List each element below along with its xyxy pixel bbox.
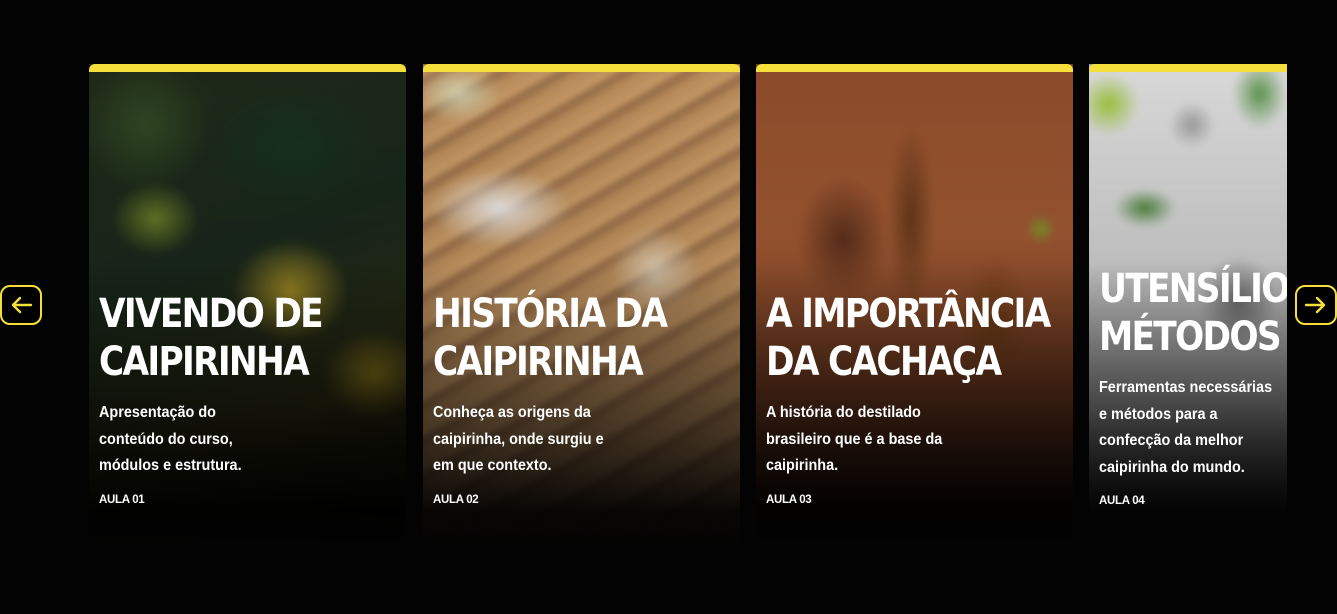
lesson-card-1[interactable]: VIVENDO DE CAIPIRINHA Apresentação do co… — [89, 64, 406, 548]
arrow-left-icon — [9, 295, 33, 315]
previous-slide-button[interactable] — [0, 285, 42, 325]
lesson-card-2[interactable]: HISTÓRIA DA CAIPIRINHA Conheça as origen… — [423, 64, 740, 548]
card-accent-bar — [423, 64, 740, 72]
lesson-card-4[interactable]: UTENSÍLIOS MÉTODOS Ferramentas necessári… — [1089, 64, 1287, 548]
card-title: UTENSÍLIOS MÉTODOS — [1099, 266, 1287, 360]
lesson-number: AULA 01 — [99, 493, 145, 506]
card-description: Apresentação do conteúdo do curso, módul… — [99, 404, 242, 474]
card-title: VIVENDO DE CAIPIRINHA — [99, 291, 324, 385]
card-title: HISTÓRIA DA CAIPIRINHA — [433, 291, 668, 385]
lesson-number: AULA 03 — [766, 493, 812, 506]
card-title: A IMPORTÂNCIA DA CACHAÇA — [766, 291, 1051, 385]
card-description: A história do destilado brasileiro que é… — [766, 404, 943, 474]
lesson-number: AULA 04 — [1099, 495, 1145, 507]
arrow-right-icon — [1304, 295, 1328, 315]
card-accent-bar — [756, 64, 1073, 72]
lesson-number: AULA 02 — [433, 493, 479, 506]
next-slide-button[interactable] — [1295, 285, 1337, 325]
lesson-carousel: VIVENDO DE CAIPIRINHA Apresentação do co… — [89, 64, 1287, 548]
card-accent-bar — [89, 64, 406, 72]
card-description: Conheça as origens da caipirinha, onde s… — [433, 404, 604, 474]
card-accent-bar — [1089, 64, 1287, 72]
card-description: Ferramentas necessárias e métodos para a… — [1099, 379, 1273, 476]
lesson-card-3[interactable]: A IMPORTÂNCIA DA CACHAÇA A história do d… — [756, 64, 1073, 548]
